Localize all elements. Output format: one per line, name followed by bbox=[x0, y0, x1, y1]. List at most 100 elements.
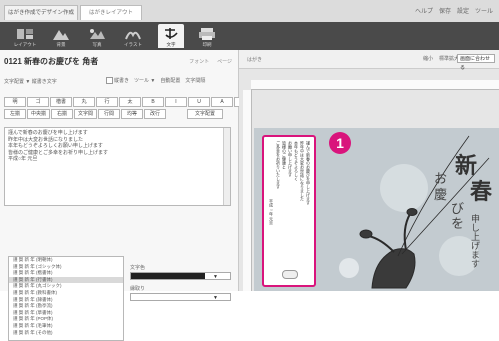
save-link[interactable]: 保存 bbox=[439, 6, 451, 15]
zoom-standard-button[interactable]: 標準拡大 bbox=[439, 55, 459, 62]
top-links: ヘルプ 保存 設定 ツール bbox=[415, 6, 493, 15]
size-up-button[interactable]: A bbox=[211, 97, 233, 107]
align-right-button[interactable]: 右揃 bbox=[51, 109, 74, 119]
horizontal-ruler bbox=[251, 80, 499, 90]
vertical-line: 謹んで新春のお慶びを申し上げます bbox=[306, 141, 311, 205]
app-window: はがき作成でデザイン作成 はがきレイアウト ヘルプ 保存 設定 ツール レイアウ… bbox=[0, 0, 499, 341]
list-item[interactable]: 謹 賀 新 年 (ゴシック体) bbox=[9, 264, 123, 271]
tool-photo[interactable]: 写真 bbox=[84, 24, 110, 48]
panel-title-links: フォント ページ bbox=[189, 58, 232, 65]
message-textarea[interactable]: 謹んで新春のお慶びを申し上げます 昨年中は大変お世話になりました 本年もどうぞよ… bbox=[4, 127, 231, 206]
align-left-button[interactable]: 左揃 bbox=[4, 109, 26, 119]
illustration-icon bbox=[125, 31, 141, 40]
tab-layout[interactable]: はがきレイアウト bbox=[80, 5, 142, 20]
vertical-message-box[interactable]: 謹んで新春のお慶びを申し上げます 昨年中は大変お世話になりました 本年もどうぞよ… bbox=[262, 135, 316, 287]
font-link[interactable]: フォント bbox=[189, 58, 209, 65]
color-fill bbox=[131, 273, 205, 279]
auto-place-option[interactable]: 自動配置 bbox=[160, 77, 180, 84]
vertical-ruler bbox=[243, 90, 252, 291]
text-edit-panel: 0121 新春のお慶びを 角者 フォント ページ 文字配置 ▼ 縦書き文字 縦書… bbox=[0, 50, 293, 341]
zoom-out-button[interactable]: 縮小 bbox=[423, 55, 433, 62]
list-item[interactable]: 謹 賀 新 年 (毛筆体) bbox=[9, 323, 123, 330]
font-gothic-button[interactable]: ゴ bbox=[27, 97, 49, 107]
background-icon bbox=[53, 30, 69, 40]
text-placement-select[interactable]: 文字配置 ▼ 縦書き文字 bbox=[4, 78, 57, 85]
panel-options: 縦書き ツール ▼ 自動配置 文字間隔 bbox=[106, 77, 205, 85]
tools-menu[interactable]: ツール ▼ bbox=[134, 77, 155, 84]
vertical-line: 平成○年 元旦 bbox=[269, 199, 274, 226]
text-placement-button[interactable]: 文字配置 bbox=[187, 109, 224, 119]
font-kaisho-button[interactable]: 楷書 bbox=[50, 97, 72, 107]
list-item[interactable]: 謹 賀 新 年 (その他) bbox=[9, 330, 123, 337]
card-sub-line: 申し上げます bbox=[469, 214, 479, 268]
message-text: 謹んで新春のお慶びを申し上げます 昨年中は大変お世話になりました 本年もどうぞよ… bbox=[8, 130, 109, 162]
canvas-label: はがき bbox=[247, 57, 263, 63]
page-link[interactable]: ページ bbox=[217, 58, 232, 65]
card-sub-char: を bbox=[451, 217, 465, 232]
char-spacing-option[interactable]: 文字間隔 bbox=[185, 77, 205, 84]
format-button-row-2: 左揃 中央揃 右揃 文字間 行間 均等 改行 文字配置 bbox=[4, 109, 224, 119]
tool-background[interactable]: 背景 bbox=[48, 24, 74, 48]
tool-text-label: 文字 bbox=[166, 42, 176, 47]
border-color-picker[interactable]: ▼ bbox=[130, 293, 231, 301]
list-item[interactable]: 謹 賀 新 年 (楷書体) bbox=[9, 270, 123, 277]
font-gyosho-button[interactable]: 行 bbox=[96, 97, 118, 107]
phrase-list[interactable]: 謹 賀 新 年 (明朝体) 謹 賀 新 年 (ゴシック体) 謹 賀 新 年 (楷… bbox=[8, 256, 124, 341]
list-item[interactable]: 謹 賀 新 年 (丸ゴシック) bbox=[9, 283, 123, 290]
vertical-line: 本年もどうぞよろしく bbox=[294, 141, 299, 181]
letter-spacing-button[interactable]: 文字間 bbox=[74, 109, 98, 119]
chevron-down-icon: ▼ bbox=[213, 295, 218, 301]
text-color-label: 文字色 bbox=[130, 265, 146, 271]
card-title-char: 春 bbox=[470, 179, 493, 205]
font-maru-button[interactable]: 丸 bbox=[73, 97, 95, 107]
panel-title: 0121 新春のお慶びを 角者 bbox=[4, 57, 99, 66]
vertical-checkbox[interactable]: 縦書き bbox=[106, 77, 129, 85]
tool-illustration-label: イラスト bbox=[124, 42, 142, 47]
textarea-scrollbar[interactable] bbox=[223, 128, 230, 205]
tool-layout[interactable]: レイアウト bbox=[12, 24, 38, 48]
tool-illustration[interactable]: イラスト bbox=[120, 24, 146, 48]
layout-icon bbox=[17, 29, 33, 39]
help-link[interactable]: ヘルプ bbox=[415, 6, 433, 15]
tools-link[interactable]: ツール bbox=[475, 6, 493, 15]
underline-button[interactable]: U bbox=[188, 97, 210, 107]
list-item[interactable]: 謹 賀 新 年 (草書体) bbox=[9, 310, 123, 317]
vertical-line: 皆様のご健康と bbox=[282, 141, 287, 169]
top-bar: はがき作成でデザイン作成 はがきレイアウト ヘルプ 保存 設定 ツール bbox=[0, 0, 499, 23]
line-spacing-button[interactable]: 行間 bbox=[98, 109, 121, 119]
bold-button[interactable]: B bbox=[142, 97, 164, 107]
tool-photo-label: 写真 bbox=[92, 42, 102, 47]
align-center-button[interactable]: 中央揃 bbox=[27, 109, 51, 119]
tool-print-label: 印刷 bbox=[202, 42, 212, 47]
text-icon bbox=[165, 28, 178, 39]
tool-print[interactable]: 印刷 bbox=[194, 24, 220, 48]
tool-background-label: 背景 bbox=[56, 42, 66, 47]
list-item[interactable]: 謹 賀 新 年 (勘亭流) bbox=[9, 303, 123, 310]
photo-icon bbox=[90, 29, 105, 39]
vertical-line: お願い申し上げます bbox=[288, 141, 293, 177]
list-item[interactable]: 謹 賀 新 年 (行書体) bbox=[9, 276, 123, 284]
canvas-header: はがき 縮小 標準拡大 画面に合わせる bbox=[239, 50, 499, 71]
tool-layout-label: レイアウト bbox=[13, 42, 37, 47]
list-item[interactable]: 謹 賀 新 年 (POP体) bbox=[9, 316, 123, 323]
italic-button[interactable]: I bbox=[165, 97, 187, 107]
justify-button[interactable]: 均等 bbox=[121, 109, 144, 119]
list-item[interactable]: 謹 賀 新 年 (明朝体) bbox=[9, 257, 123, 264]
settings-link[interactable]: 設定 bbox=[457, 6, 469, 15]
tool-text[interactable]: 文字 bbox=[158, 24, 184, 48]
vertical-line: ご多幸をお祈りいたします bbox=[276, 141, 281, 189]
vertical-line: 昨年中は大変お世話になりました bbox=[300, 141, 305, 201]
chevron-down-icon: ▼ bbox=[213, 274, 218, 280]
zoom-select[interactable]: 画面に合わせる bbox=[457, 54, 495, 71]
print-icon bbox=[199, 28, 215, 40]
line-break-button[interactable]: 改行 bbox=[144, 109, 167, 119]
card-sub-char: 慶 bbox=[434, 188, 448, 203]
callout-badge: 1 bbox=[329, 132, 351, 154]
size-large-button[interactable]: 太 bbox=[119, 97, 141, 107]
tab-design[interactable]: はがき作成でデザイン作成 bbox=[4, 5, 78, 20]
main-toolbar: レイアウト 背景 写真 イラスト 文字 印刷 bbox=[0, 22, 499, 50]
text-color-picker[interactable]: ▼ bbox=[130, 272, 231, 280]
seal-stamp bbox=[282, 270, 298, 279]
list-item[interactable]: 謹 賀 新 年 (隷書体) bbox=[9, 297, 123, 304]
font-mincho-button[interactable]: 明 bbox=[4, 97, 26, 107]
